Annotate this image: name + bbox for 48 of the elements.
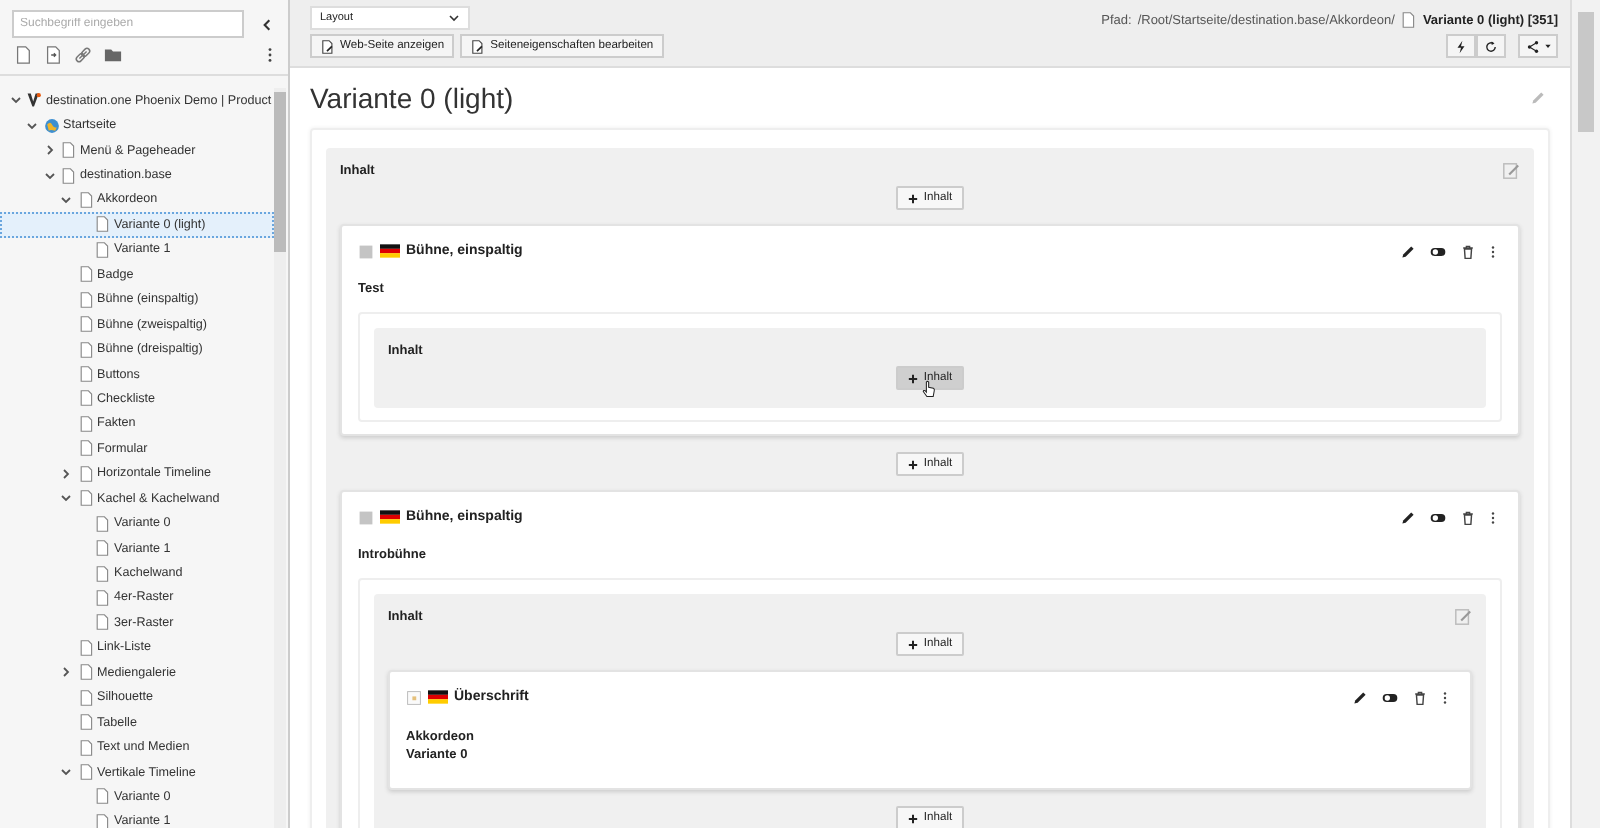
page-edit-icon [470,39,485,53]
share-button[interactable] [1518,34,1558,58]
plus-icon [907,813,918,823]
trash-icon[interactable] [1460,243,1476,259]
plus-icon [907,639,918,649]
trash-icon[interactable] [1412,689,1428,705]
german-flag-icon [380,244,400,258]
page-title: Variante 0 (light) [310,82,514,114]
content-type-icon [358,243,374,259]
german-flag-icon [428,690,448,704]
content-type-icon [358,509,374,525]
toggle-icon[interactable] [1430,509,1446,525]
scrollbar[interactable] [1570,0,1600,828]
page-icon [1400,12,1417,28]
pencil-icon[interactable] [1400,243,1416,259]
chevron-down-icon [448,12,460,24]
caret-icon [1543,42,1551,50]
chevron-icon[interactable] [60,766,72,779]
page-import-icon[interactable] [44,46,62,64]
plus-icon [907,373,918,383]
new-page-icon[interactable] [14,46,32,64]
plus-icon [907,193,918,203]
trash-icon[interactable] [1460,509,1476,525]
more-icon[interactable] [1442,689,1448,705]
toggle-icon[interactable] [1430,243,1446,259]
plus-icon [907,459,918,469]
collapse-icon[interactable] [260,17,274,31]
scrollbar[interactable] [274,88,286,828]
refresh-icon [1484,39,1498,53]
folder-icon[interactable] [104,46,122,64]
toggle-icon[interactable] [1382,689,1398,705]
more-icon[interactable] [266,46,274,64]
logo-icon [26,92,42,109]
flash-button[interactable] [1446,34,1476,58]
link-icon[interactable] [74,46,92,64]
chevron-icon[interactable] [60,666,72,679]
pencil-icon[interactable] [1352,689,1368,705]
reload-button[interactable] [1476,34,1506,58]
page-view-icon [320,39,334,53]
header-type-icon [406,689,422,705]
globe-icon [43,117,59,134]
pencil-icon[interactable] [1400,509,1416,525]
more-icon[interactable] [1490,509,1496,525]
hand-cursor-icon [921,380,936,398]
german-flag-icon [380,510,400,524]
lightning-icon [1454,39,1468,53]
more-icon[interactable] [1490,243,1496,259]
share-icon [1525,39,1539,53]
